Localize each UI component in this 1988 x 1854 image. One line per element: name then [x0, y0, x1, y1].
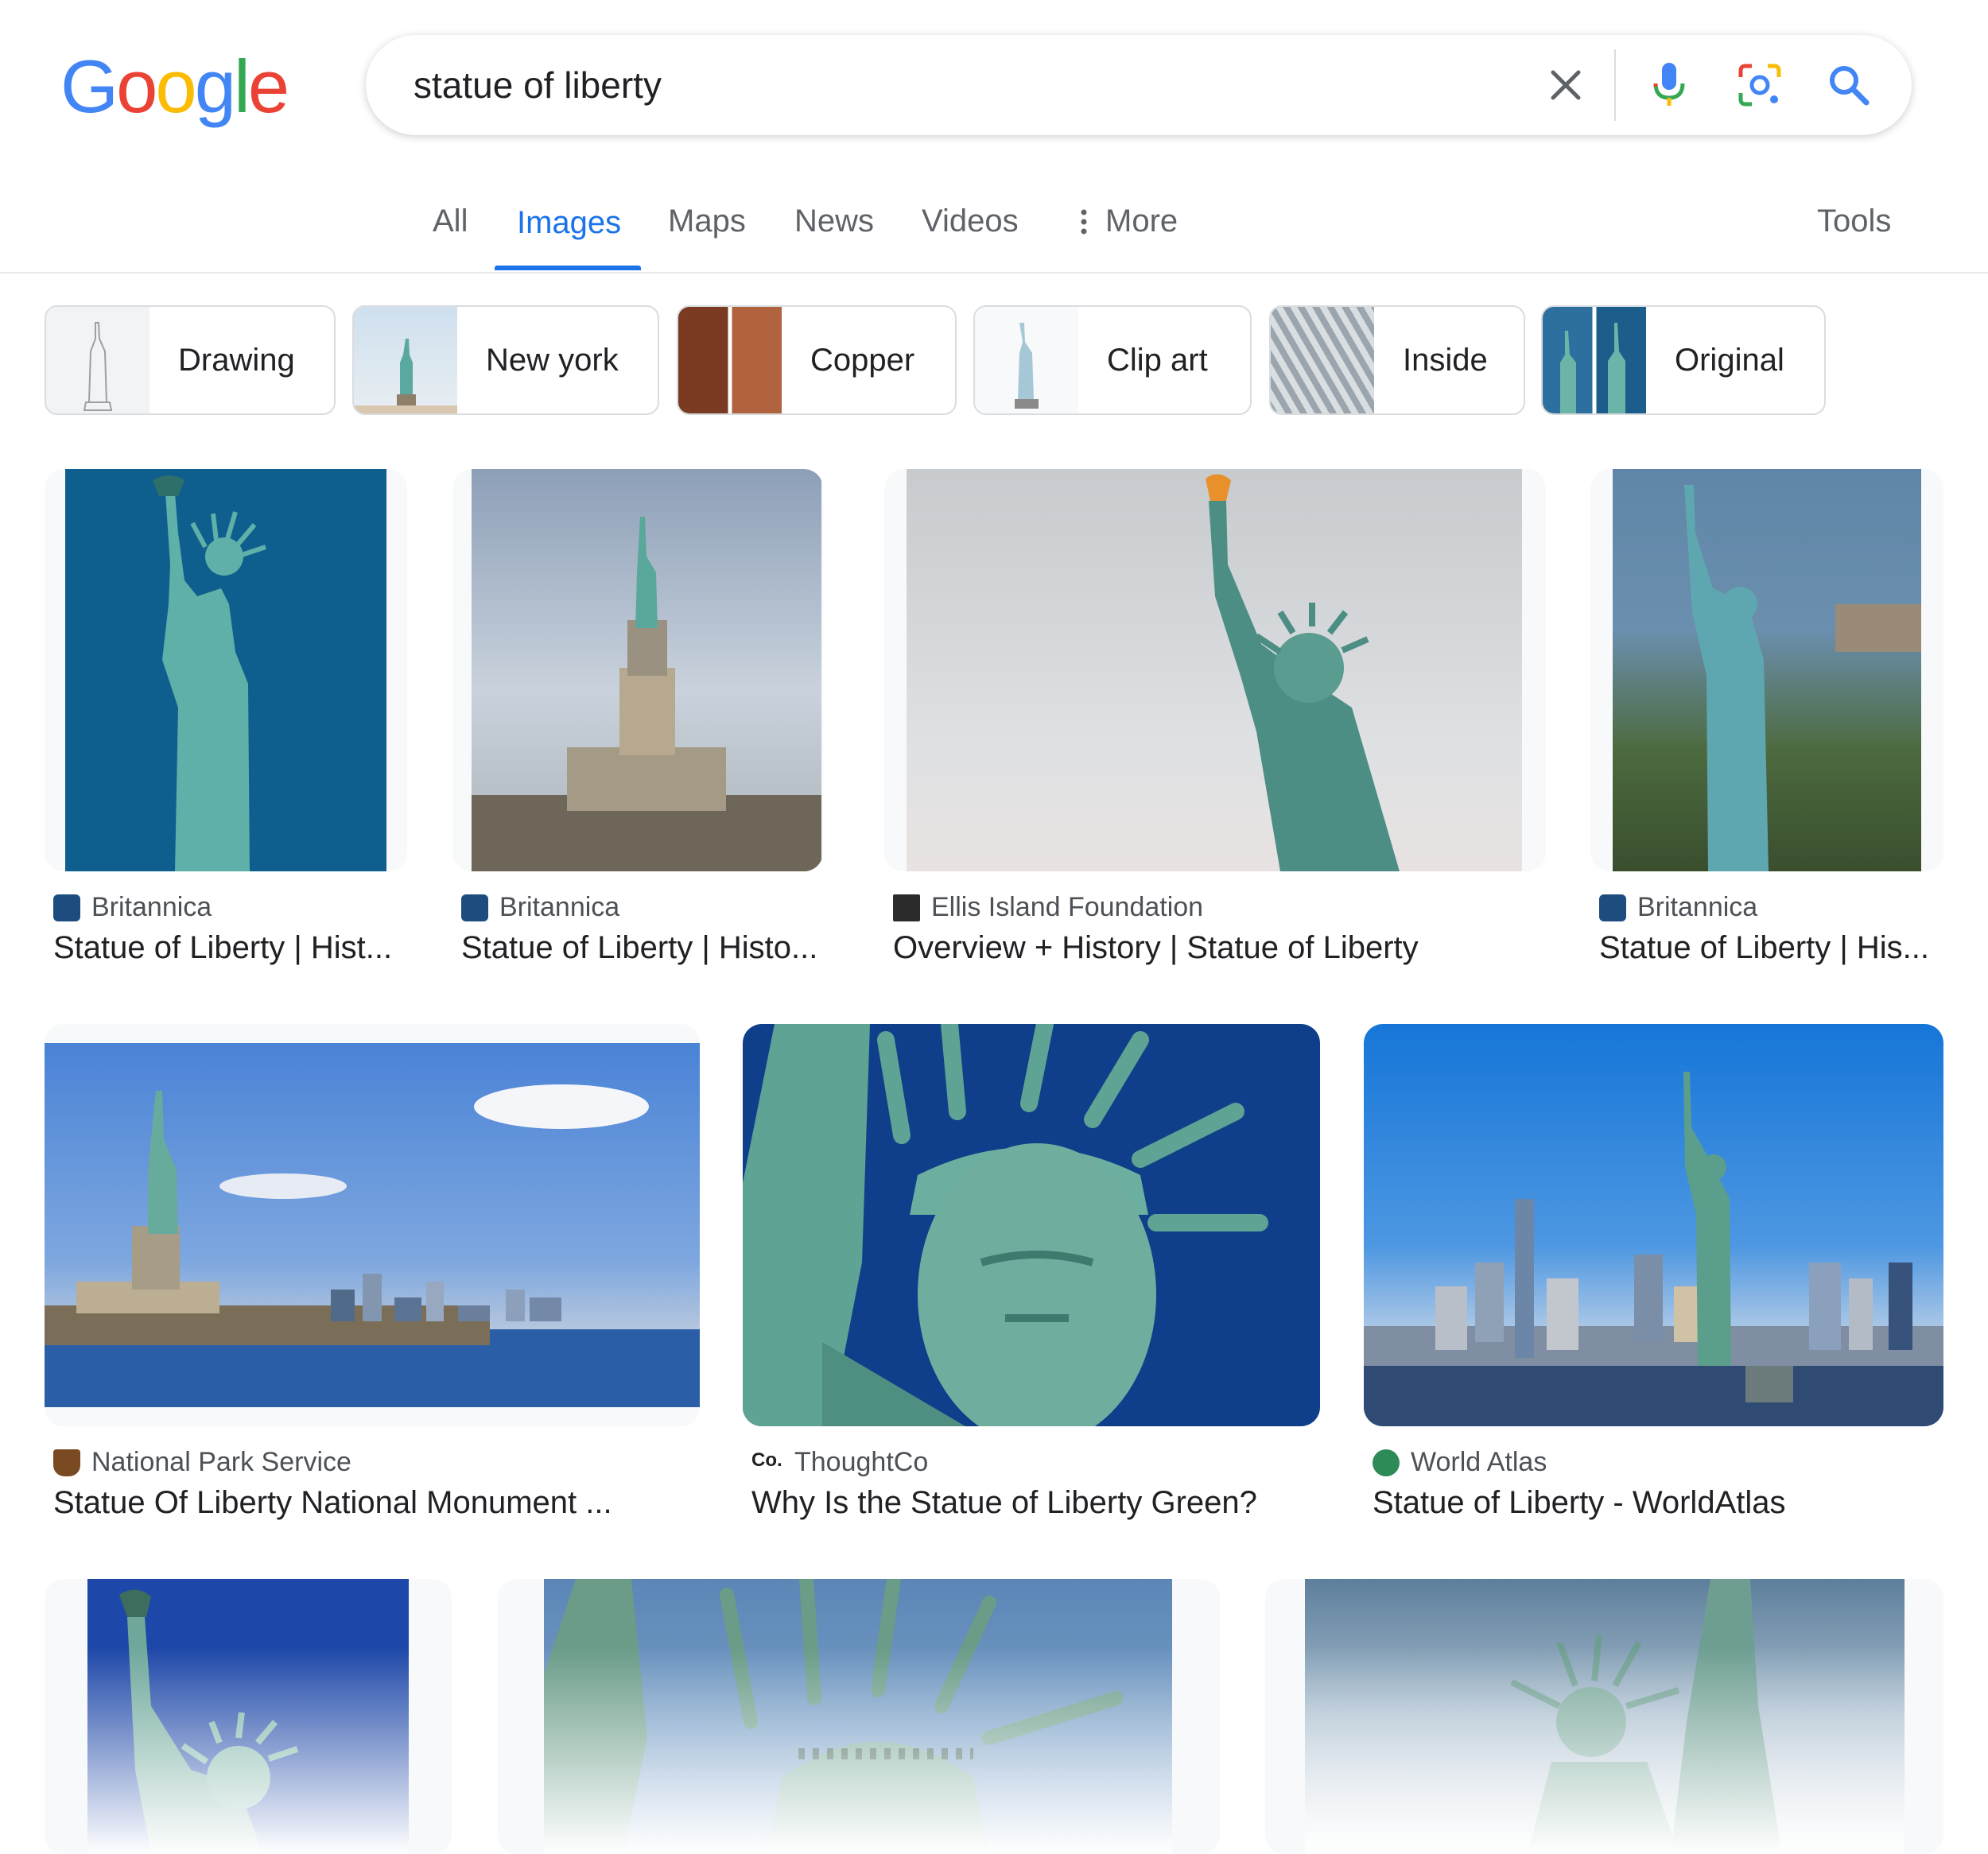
search-divider [1614, 49, 1616, 121]
image-result-card[interactable] [45, 1579, 452, 1854]
camera-lens-icon[interactable] [1734, 59, 1786, 111]
search-icon[interactable] [1823, 59, 1875, 111]
chip-copper[interactable]: Copper [677, 305, 957, 415]
chip-drawing[interactable]: Drawing [45, 305, 336, 415]
result-image[interactable] [544, 1579, 1172, 1854]
chip-label: Inside [1403, 342, 1488, 378]
logo-letter: o [155, 45, 196, 128]
result-source[interactable]: Britannica [461, 892, 619, 923]
result-title[interactable]: Statue of Liberty | Hist... [53, 930, 403, 966]
chip-thumbnail [46, 307, 149, 413]
tab-more[interactable]: More [1078, 204, 1178, 239]
chip-label: Copper [810, 342, 915, 378]
search-bar: statue of liberty [366, 35, 1912, 135]
chip-label: New york [486, 342, 619, 378]
chip-thumbnail [975, 307, 1078, 413]
image-result-card[interactable] [452, 469, 823, 871]
result-title[interactable]: Statue of Liberty | Histo... [461, 930, 827, 966]
britannica-icon [1599, 894, 1626, 921]
result-image[interactable] [1305, 1579, 1905, 1854]
image-result-card[interactable] [1364, 1024, 1943, 1426]
result-image[interactable] [472, 469, 821, 871]
result-source-name: Britannica [1637, 892, 1758, 922]
tab-images[interactable]: Images [517, 205, 621, 241]
ellis-island-icon [893, 894, 920, 921]
chip-thumbnail [1271, 307, 1374, 413]
result-title[interactable]: Statue Of Liberty National Monument ... [53, 1485, 705, 1521]
vertical-dots-icon [1081, 209, 1087, 234]
chip-original[interactable]: Original [1541, 305, 1826, 415]
result-source-name: Britannica [499, 892, 620, 922]
image-result-card[interactable] [1265, 1579, 1943, 1854]
tab-all[interactable]: All [433, 204, 468, 239]
globe-icon [1373, 1449, 1400, 1476]
close-icon[interactable] [1540, 59, 1592, 111]
microphone-icon[interactable] [1643, 59, 1695, 111]
image-result-card[interactable] [45, 1024, 700, 1426]
tabs-divider [0, 272, 1988, 273]
image-result-card[interactable] [45, 469, 407, 871]
tab-more-label: More [1105, 204, 1178, 239]
result-source[interactable]: National Park Service [53, 1447, 351, 1478]
logo-letter: l [233, 45, 250, 128]
result-image[interactable] [1613, 469, 1921, 871]
britannica-icon [53, 894, 80, 921]
result-image[interactable] [1364, 1024, 1943, 1426]
logo-letter: e [247, 45, 289, 128]
tab-maps[interactable]: Maps [668, 204, 746, 239]
search-input[interactable]: statue of liberty [414, 64, 662, 107]
active-tab-indicator [495, 266, 641, 270]
result-source-name: ThoughtCo [794, 1447, 929, 1477]
chip-label: Drawing [178, 342, 295, 378]
britannica-icon [461, 894, 488, 921]
image-result-card[interactable] [743, 1024, 1320, 1426]
result-image[interactable] [87, 1579, 409, 1854]
google-logo[interactable]: Google [60, 45, 289, 128]
tools-button[interactable]: Tools [1817, 204, 1891, 239]
chip-thumbnail [354, 307, 457, 413]
result-image[interactable] [65, 469, 386, 871]
result-source[interactable]: Ellis Island Foundation [893, 892, 1203, 923]
chip-thumbnail [1543, 307, 1646, 413]
result-title[interactable]: Statue of Liberty | His... [1599, 930, 1941, 966]
result-source-name: World Atlas [1411, 1447, 1547, 1477]
result-image[interactable] [907, 469, 1522, 871]
result-image[interactable] [743, 1024, 1320, 1426]
image-result-card[interactable] [498, 1579, 1220, 1854]
chip-new-york[interactable]: New york [352, 305, 659, 415]
thoughtco-icon: Co. [751, 1449, 783, 1476]
result-source[interactable]: Co. ThoughtCo [751, 1447, 928, 1478]
image-result-card[interactable] [884, 469, 1546, 871]
result-source-name: Britannica [91, 892, 212, 922]
chip-inside[interactable]: Inside [1269, 305, 1525, 415]
chip-thumbnail [678, 307, 782, 413]
result-source[interactable]: World Atlas [1373, 1447, 1547, 1478]
result-source[interactable]: Britannica [1599, 892, 1757, 923]
result-source-name: National Park Service [91, 1447, 351, 1477]
result-title[interactable]: Overview + History | Statue of Liberty [893, 930, 1545, 966]
nps-arrowhead-icon [53, 1449, 80, 1476]
result-image[interactable] [45, 1043, 700, 1407]
tab-videos[interactable]: Videos [922, 204, 1019, 239]
result-source-name: Ellis Island Foundation [931, 892, 1204, 922]
chip-label: Original [1675, 342, 1784, 378]
chip-clip-art[interactable]: Clip art [973, 305, 1252, 415]
tab-news[interactable]: News [794, 204, 874, 239]
logo-letter: o [116, 45, 157, 128]
result-title[interactable]: Why Is the Statue of Liberty Green? [751, 1485, 1324, 1521]
image-result-card[interactable] [1590, 469, 1943, 871]
logo-letter: G [60, 45, 118, 128]
result-source[interactable]: Britannica [53, 892, 212, 923]
result-title[interactable]: Statue of Liberty - WorldAtlas [1373, 1485, 1945, 1521]
chip-label: Clip art [1107, 342, 1208, 378]
logo-letter: g [194, 45, 236, 128]
